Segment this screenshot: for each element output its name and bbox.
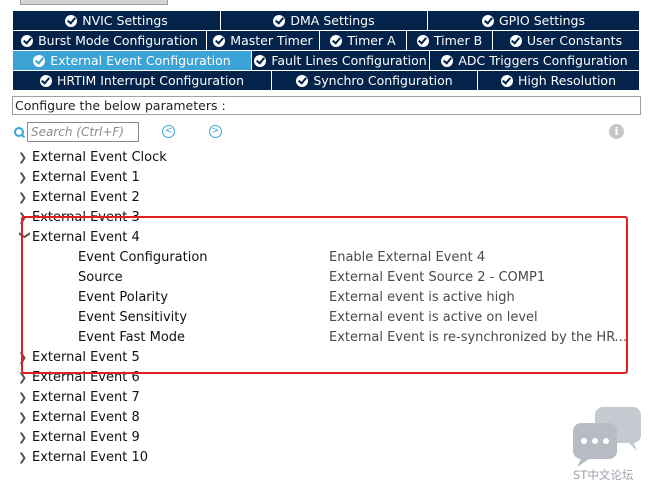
chevron-right-icon: ❯ [18, 430, 28, 444]
tab-label: Timer A [347, 33, 396, 48]
tab-nvic-settings[interactable]: NVIC Settings [13, 11, 221, 30]
tab-row-4: HRTIM Interrupt Configuration Synchro Co… [13, 71, 639, 90]
tab-row-2: Burst Mode Configuration Master Timer Ti… [13, 31, 639, 50]
tab-row-3: External Event Configuration Fault Lines… [13, 51, 639, 70]
tab-label: Synchro Configuration [313, 73, 453, 88]
previous-result-button[interactable]: < [162, 125, 175, 138]
check-icon [254, 54, 267, 67]
tree-node-label: External Event 7 [32, 389, 140, 405]
tab-label: ADC Triggers Configuration [458, 53, 628, 68]
tab-fault-lines-configuration[interactable]: Fault Lines Configuration [252, 51, 430, 70]
chevron-right-icon: ❯ [18, 170, 28, 184]
tab-row-1: NVIC Settings DMA Settings GPIO Settings [13, 11, 639, 30]
tab-label: HRTIM Interrupt Configuration [56, 73, 245, 88]
chevron-right-icon: ❯ [18, 150, 28, 164]
check-icon [273, 14, 286, 27]
tab-master-timer[interactable]: Master Timer [207, 31, 320, 50]
highlight-box [21, 216, 628, 374]
tab-label: Burst Mode Configuration [38, 33, 198, 48]
tree-node-external-event-7[interactable]: ❯ External Event 7 [18, 387, 638, 407]
check-icon [500, 74, 513, 87]
tab-synchro-configuration[interactable]: Synchro Configuration [272, 71, 478, 90]
search-bar [14, 122, 139, 142]
tree-node-external-event-clock[interactable]: ❯ External Event Clock [18, 147, 638, 167]
tab-timer-b[interactable]: Timer B [407, 31, 493, 50]
tree-node-label: External Event 10 [32, 449, 148, 465]
info-icon[interactable]: i [609, 124, 624, 139]
tree-node-label: External Event 9 [32, 429, 140, 445]
tab-label: Master Timer [230, 33, 313, 48]
watermark-text: ST中文论坛 [573, 468, 634, 482]
tab-external-event-configuration[interactable]: External Event Configuration [13, 51, 252, 70]
search-icon [14, 126, 25, 138]
check-icon [441, 54, 454, 67]
search-input[interactable] [27, 122, 139, 142]
tab-gpio-settings[interactable]: GPIO Settings [428, 11, 639, 30]
tab-label: Fault Lines Configuration [271, 53, 427, 68]
tab-hrtim-interrupt-configuration[interactable]: HRTIM Interrupt Configuration [13, 71, 272, 90]
top-strip [0, 0, 651, 10]
tab-label: High Resolution [517, 73, 617, 88]
tab-label: External Event Configuration [50, 53, 231, 68]
check-icon [482, 14, 494, 27]
tree-node-label: External Event 1 [32, 169, 140, 185]
tree-node-external-event-8[interactable]: ❯ External Event 8 [18, 407, 638, 427]
tree-node-label: External Event Clock [32, 149, 167, 165]
check-icon [509, 34, 522, 47]
next-result-button[interactable]: > [209, 125, 222, 138]
tree-node-external-event-9[interactable]: ❯ External Event 9 [18, 427, 638, 447]
tab-burst-mode-configuration[interactable]: Burst Mode Configuration [13, 31, 207, 50]
chevron-right-icon: ❯ [18, 390, 28, 404]
check-icon [39, 74, 52, 87]
chevron-right-icon: ❯ [18, 190, 28, 204]
tree-node-external-event-10[interactable]: ❯ External Event 10 [18, 447, 638, 467]
tab-high-resolution[interactable]: High Resolution [478, 71, 639, 90]
tab-label: Timer B [433, 33, 483, 48]
check-icon [33, 54, 46, 67]
previous-tab-stub [20, 0, 168, 5]
chevron-right-icon: ❯ [18, 410, 28, 424]
tree-node-label: External Event 2 [32, 189, 140, 205]
tree-node-label: External Event 8 [32, 409, 140, 425]
tab-adc-triggers-configuration[interactable]: ADC Triggers Configuration [430, 51, 639, 70]
check-icon [21, 34, 34, 47]
check-icon [296, 74, 309, 87]
check-icon [416, 34, 429, 47]
tab-label: NVIC Settings [82, 13, 168, 28]
tab-timer-a[interactable]: Timer A [320, 31, 407, 50]
configure-hint: Configure the below parameters : [12, 96, 641, 115]
check-icon [65, 14, 78, 27]
chevron-right-icon: ❯ [18, 450, 28, 464]
tab-label: DMA Settings [290, 13, 375, 28]
tab-label: GPIO Settings [499, 13, 585, 28]
tree-node-external-event-1[interactable]: ❯ External Event 1 [18, 167, 638, 187]
tab-label: User Constants [526, 33, 623, 48]
tree-node-external-event-2[interactable]: ❯ External Event 2 [18, 187, 638, 207]
check-icon [330, 34, 343, 47]
check-icon [213, 34, 226, 47]
tab-user-constants[interactable]: User Constants [493, 31, 639, 50]
tab-dma-settings[interactable]: DMA Settings [221, 11, 428, 30]
